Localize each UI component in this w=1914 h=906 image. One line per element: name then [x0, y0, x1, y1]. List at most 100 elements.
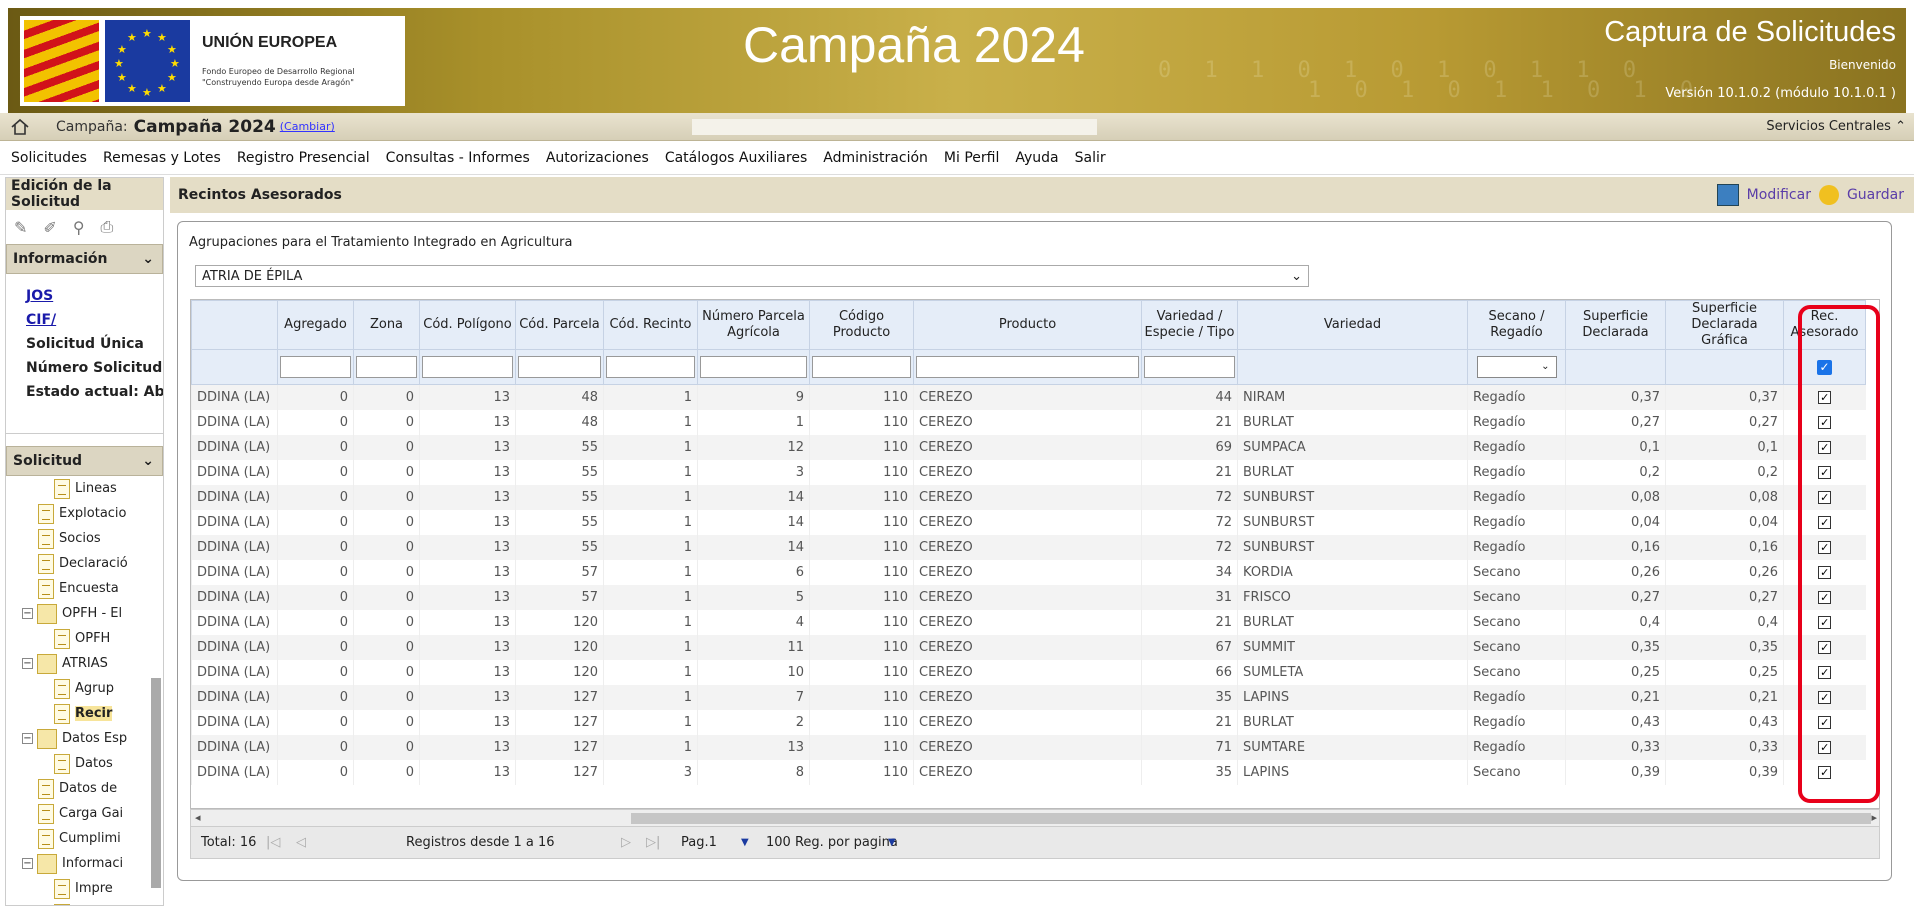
first-page-icon[interactable]: |◁: [266, 835, 280, 850]
column-filter-input[interactable]: [812, 356, 911, 378]
menu-catalogos-auxiliares[interactable]: Catálogos Auxiliares: [665, 150, 807, 166]
asesorado-checkbox[interactable]: ✓: [1818, 515, 1832, 529]
agrupacion-select[interactable]: ATRIA DE ÉPILA ⌄: [195, 265, 1309, 287]
asesorado-checkbox[interactable]: ✓: [1818, 765, 1832, 779]
menu-mi-perfil[interactable]: Mi Perfil: [944, 150, 999, 166]
asesorado-checkbox[interactable]: ✓: [1818, 615, 1832, 629]
column-header[interactable]: Cód. Recinto: [603, 300, 698, 350]
search-icon[interactable]: ⚲: [73, 218, 85, 237]
tree-node[interactable]: OPFH: [16, 626, 163, 651]
table-row[interactable]: DDINA (LA) 0 0 13 127 1 2 110 CEREZO 21 BURLAT Rega…: [191, 709, 1866, 735]
column-header[interactable]: Agregado: [277, 300, 354, 350]
tree-node[interactable]: Agrup: [16, 676, 163, 701]
scrollbar-thumb[interactable]: [631, 813, 1871, 824]
column-header[interactable]: Código Producto: [809, 300, 914, 350]
solicitud-section-toggle[interactable]: Solicitud ⌄: [6, 446, 163, 476]
table-row[interactable]: DDINA (LA) 0 0 13 120 1 10 110 CEREZO 66 SUMLETA Se…: [191, 659, 1866, 685]
tree-node[interactable]: Carga Gai: [16, 801, 163, 826]
scroll-left-icon[interactable]: ◂: [195, 811, 201, 824]
page-dropdown-icon[interactable]: ▼: [741, 837, 749, 848]
tree-node[interactable]: − ATRIAS: [16, 651, 163, 676]
asesorado-checkbox[interactable]: ✓: [1818, 415, 1832, 429]
collapse-icon[interactable]: −: [22, 733, 33, 744]
table-row[interactable]: DDINA (LA) 0 0 13 127 1 13 110 CEREZO 71 SUMTARE Re…: [191, 734, 1866, 760]
column-header[interactable]: Zona: [353, 300, 420, 350]
new-icon[interactable]: ✎: [14, 218, 27, 237]
services-dropdown[interactable]: Servicios Centrales ⌃: [1766, 119, 1906, 134]
asesorado-checkbox[interactable]: ✓: [1818, 540, 1832, 554]
table-row[interactable]: DDINA (LA) 0 0 13 55 1 14 110 CEREZO 72 SUNBURST Re…: [191, 484, 1866, 510]
next-page-icon[interactable]: ▷: [621, 835, 631, 850]
tree-node[interactable]: Datos: [16, 751, 163, 776]
table-row[interactable]: DDINA (LA) 0 0 13 55 1 14 110 CEREZO 72 SUNBURST Re…: [191, 509, 1866, 535]
menu-autorizaciones[interactable]: Autorizaciones: [546, 150, 649, 166]
column-header[interactable]: Rec. Asesorado: [1783, 300, 1866, 350]
asesorado-checkbox[interactable]: ✓: [1818, 665, 1832, 679]
asesorado-checkbox[interactable]: ✓: [1818, 440, 1832, 454]
table-row[interactable]: DDINA (LA) 0 0 13 55 1 12 110 CEREZO 69 SUMPACA Reg…: [191, 434, 1866, 460]
last-page-icon[interactable]: ▷|: [646, 835, 660, 850]
column-filter-input[interactable]: [916, 356, 1139, 378]
asesorado-checkbox[interactable]: ✓: [1818, 640, 1832, 654]
column-filter-input[interactable]: [518, 356, 601, 378]
table-row[interactable]: DDINA (LA) 0 0 13 127 1 7 110 CEREZO 35 LAPINS Rega…: [191, 684, 1866, 710]
column-header[interactable]: Producto: [913, 300, 1142, 350]
horizontal-scrollbar[interactable]: ◂ ▸: [190, 809, 1880, 827]
asesorado-checkbox[interactable]: ✓: [1818, 390, 1832, 404]
column-header[interactable]: Superficie Declarada Gráfica: [1665, 300, 1784, 350]
tree-node[interactable]: Socios: [16, 526, 163, 551]
table-row[interactable]: DDINA (LA) 0 0 13 48 1 1 110 CEREZO 21 BURLAT Regad…: [191, 409, 1866, 435]
holder-link[interactable]: JOS: [26, 284, 163, 308]
tree-node[interactable]: Explotacio: [16, 501, 163, 526]
collapse-icon[interactable]: −: [22, 608, 33, 619]
per-page-select[interactable]: 100 Reg. por pagina: [766, 835, 898, 850]
collapse-icon[interactable]: −: [22, 658, 33, 669]
asesorado-checkbox[interactable]: ✓: [1818, 690, 1832, 704]
sidebar-scrollbar[interactable]: [151, 678, 161, 888]
secano-filter-select[interactable]: ⌄: [1476, 356, 1557, 378]
column-filter-input[interactable]: [1144, 356, 1235, 378]
prev-page-icon[interactable]: ◁: [296, 835, 306, 850]
tree-node[interactable]: Solicit: [16, 901, 163, 905]
column-filter-input[interactable]: [356, 356, 417, 378]
tree-node[interactable]: Encuesta: [16, 576, 163, 601]
select-all-checkbox[interactable]: ✓: [1817, 359, 1832, 375]
modify-icon[interactable]: [1716, 184, 1739, 206]
info-section-toggle[interactable]: Información ⌄: [6, 244, 163, 274]
column-header[interactable]: Variedad / Especie / Tipo: [1141, 300, 1238, 350]
table-row[interactable]: DDINA (LA) 0 0 13 57 1 5 110 CEREZO 31 FRISCO Secan…: [191, 584, 1866, 610]
tree-node[interactable]: Cumplimi: [16, 826, 163, 851]
save-icon[interactable]: [1818, 185, 1839, 205]
tree-node[interactable]: − OPFH - El: [16, 601, 163, 626]
menu-registro-presencial[interactable]: Registro Presencial: [237, 150, 370, 166]
column-filter-input[interactable]: [280, 356, 351, 378]
save-button[interactable]: Guardar: [1847, 187, 1904, 203]
scroll-right-icon[interactable]: ▸: [1871, 811, 1877, 824]
tree-node[interactable]: − Datos Esp: [16, 726, 163, 751]
column-header[interactable]: Superficie Declarada: [1565, 300, 1666, 350]
menu-solicitudes[interactable]: Solicitudes: [11, 150, 87, 166]
asesorado-checkbox[interactable]: ✓: [1818, 715, 1832, 729]
tree-node[interactable]: Lineas: [16, 476, 163, 501]
asesorado-checkbox[interactable]: ✓: [1818, 565, 1832, 579]
asesorado-checkbox[interactable]: ✓: [1818, 490, 1832, 504]
table-row[interactable]: DDINA (LA) 0 0 13 57 1 6 110 CEREZO 34 KORDIA Secan…: [191, 559, 1866, 585]
print-icon[interactable]: ⎙: [101, 217, 114, 237]
column-filter-input[interactable]: [422, 356, 513, 378]
tree-node[interactable]: Datos de: [16, 776, 163, 801]
asesorado-checkbox[interactable]: ✓: [1818, 740, 1832, 754]
menu-administracion[interactable]: Administración: [823, 150, 928, 166]
tree-node[interactable]: Impre: [16, 876, 163, 901]
tree-node[interactable]: Declaració: [16, 551, 163, 576]
column-filter-input[interactable]: [606, 356, 695, 378]
change-campaign-link[interactable]: (Cambiar): [280, 120, 335, 133]
column-header[interactable]: [191, 300, 278, 350]
column-header[interactable]: Variedad: [1237, 300, 1468, 350]
home-icon[interactable]: [10, 118, 30, 136]
column-header[interactable]: Cód. Polígono: [419, 300, 516, 350]
tree-node[interactable]: Recir: [16, 701, 163, 726]
column-header[interactable]: Secano / Regadío: [1467, 300, 1566, 350]
table-row[interactable]: DDINA (LA) 0 0 13 55 1 3 110 CEREZO 21 BURLAT Regad…: [191, 459, 1866, 485]
collapse-icon[interactable]: −: [22, 858, 33, 869]
per-page-dropdown-icon[interactable]: ▼: [888, 837, 896, 848]
